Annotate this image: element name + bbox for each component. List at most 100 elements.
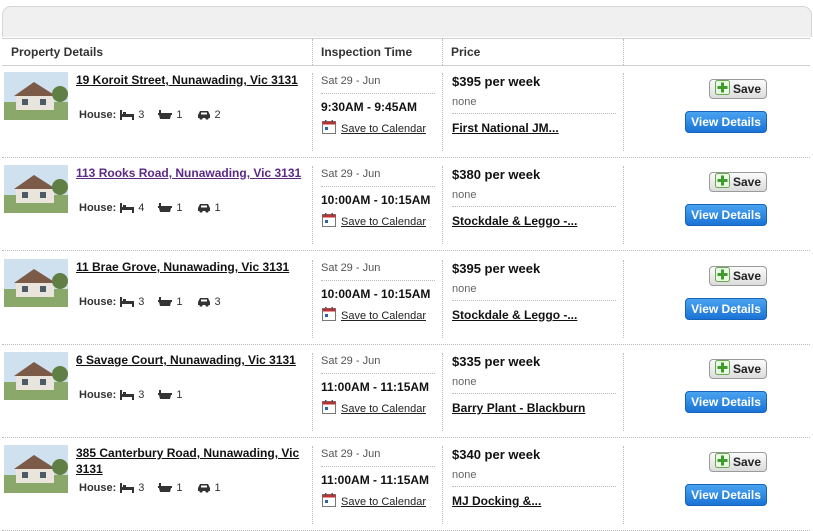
bond-value: none bbox=[452, 283, 477, 295]
divider bbox=[452, 300, 616, 301]
property-thumbnail[interactable] bbox=[4, 352, 68, 400]
column-divider bbox=[442, 260, 443, 338]
save-to-calendar-label[interactable]: Save to Calendar bbox=[341, 403, 426, 415]
plus-icon bbox=[714, 173, 730, 191]
column-divider bbox=[442, 73, 443, 151]
column-divider bbox=[442, 39, 443, 65]
save-button[interactable]: Save bbox=[709, 79, 767, 99]
property-thumbnail[interactable] bbox=[4, 259, 68, 307]
bond-value: none bbox=[452, 376, 477, 388]
bathroom-count: 1 bbox=[176, 296, 183, 308]
calendar-icon bbox=[322, 120, 336, 137]
property-address-link[interactable]: 11 Brae Grove, Nunawading, Vic 3131 bbox=[76, 259, 306, 275]
agent-link[interactable]: MJ Docking &... bbox=[452, 494, 541, 508]
rent-price: $335 per week bbox=[452, 354, 541, 369]
inspection-time: 10:00AM - 10:15AM bbox=[321, 287, 431, 301]
save-to-calendar-label[interactable]: Save to Calendar bbox=[341, 123, 426, 135]
inspection-time: 9:30AM - 9:45AM bbox=[321, 100, 418, 114]
property-features: House: 3 1 3 bbox=[79, 296, 231, 308]
row-divider bbox=[2, 250, 810, 251]
view-details-button[interactable]: View Details bbox=[685, 204, 767, 226]
inspection-date: Sat 29 - Jun bbox=[321, 355, 381, 367]
save-to-calendar-link[interactable]: Save to Calendar bbox=[322, 307, 426, 324]
bedroom-count: 3 bbox=[138, 389, 145, 401]
bed-icon bbox=[120, 110, 135, 120]
save-to-calendar-label[interactable]: Save to Calendar bbox=[341, 496, 426, 508]
bedroom-count: 4 bbox=[138, 202, 145, 214]
agent-link[interactable]: Barry Plant - Blackburn bbox=[452, 401, 585, 415]
property-thumbnail[interactable] bbox=[4, 445, 68, 493]
bath-icon bbox=[158, 297, 173, 307]
column-divider bbox=[442, 446, 443, 524]
calendar-icon bbox=[322, 400, 336, 417]
column-divider bbox=[623, 166, 624, 244]
save-to-calendar-link[interactable]: Save to Calendar bbox=[322, 120, 426, 137]
results-header: Property Details Inspection Time Price bbox=[2, 38, 810, 66]
listing-row: 11 Brae Grove, Nunawading, Vic 3131 Hous… bbox=[2, 252, 810, 345]
listing-row: 6 Savage Court, Nunawading, Vic 3131 Hou… bbox=[2, 345, 810, 438]
bed-icon bbox=[120, 297, 135, 307]
inspection-date: Sat 29 - Jun bbox=[321, 448, 381, 460]
divider bbox=[321, 373, 435, 374]
view-details-button[interactable]: View Details bbox=[685, 298, 767, 320]
property-address-link[interactable]: 19 Koroit Street, Nunawading, Vic 3131 bbox=[76, 72, 306, 88]
save-to-calendar-link[interactable]: Save to Calendar bbox=[322, 400, 426, 417]
column-header-price: Price bbox=[451, 45, 481, 59]
bedroom-count: 3 bbox=[138, 482, 145, 494]
property-type-label: House: bbox=[79, 482, 117, 494]
save-to-calendar-link[interactable]: Save to Calendar bbox=[322, 213, 426, 230]
bedroom-count: 3 bbox=[138, 296, 145, 308]
bed-icon bbox=[120, 483, 135, 493]
column-header-inspection: Inspection Time bbox=[321, 45, 413, 59]
save-to-calendar-label[interactable]: Save to Calendar bbox=[341, 216, 426, 228]
bed-icon bbox=[120, 390, 135, 400]
bedroom-count: 3 bbox=[138, 109, 145, 121]
column-divider bbox=[623, 73, 624, 151]
view-details-button[interactable]: View Details bbox=[685, 111, 767, 133]
agent-link[interactable]: First National JM... bbox=[452, 121, 559, 135]
property-type-label: House: bbox=[79, 202, 117, 214]
property-features: House: 3 1 2 bbox=[79, 109, 231, 121]
agent-link[interactable]: Stockdale & Leggo -... bbox=[452, 214, 577, 228]
view-details-button[interactable]: View Details bbox=[685, 484, 767, 506]
property-features: House: 4 1 1 bbox=[79, 202, 231, 214]
view-details-button[interactable]: View Details bbox=[685, 391, 767, 413]
divider bbox=[321, 93, 435, 94]
car-icon bbox=[197, 110, 211, 120]
property-thumbnail[interactable] bbox=[4, 72, 68, 120]
save-button[interactable]: Save bbox=[709, 452, 767, 472]
calendar-icon bbox=[322, 493, 336, 510]
bond-value: none bbox=[452, 469, 477, 481]
column-divider bbox=[312, 446, 313, 524]
column-divider bbox=[623, 446, 624, 524]
rent-price: $395 per week bbox=[452, 74, 541, 89]
inspection-time: 10:00AM - 10:15AM bbox=[321, 193, 431, 207]
column-divider bbox=[623, 353, 624, 431]
property-address-link[interactable]: 385 Canterbury Road, Nunawading, Vic 313… bbox=[76, 445, 306, 477]
column-divider bbox=[312, 73, 313, 151]
property-address-link[interactable]: 6 Savage Court, Nunawading, Vic 3131 bbox=[76, 352, 306, 368]
bathroom-count: 1 bbox=[176, 109, 183, 121]
property-address-link[interactable]: 113 Rooks Road, Nunawading, Vic 3131 bbox=[76, 165, 306, 181]
bathroom-count: 1 bbox=[176, 202, 183, 214]
save-button[interactable]: Save bbox=[709, 172, 767, 192]
plus-icon bbox=[714, 80, 730, 98]
save-button[interactable]: Save bbox=[709, 266, 767, 286]
divider bbox=[452, 486, 616, 487]
column-divider bbox=[442, 166, 443, 244]
agent-link[interactable]: Stockdale & Leggo -... bbox=[452, 308, 577, 322]
property-thumbnail[interactable] bbox=[4, 165, 68, 213]
divider bbox=[321, 186, 435, 187]
parking-count: 1 bbox=[214, 202, 221, 214]
plus-icon bbox=[714, 453, 730, 471]
column-divider bbox=[312, 353, 313, 431]
save-to-calendar-label[interactable]: Save to Calendar bbox=[341, 310, 426, 322]
bond-value: none bbox=[452, 189, 477, 201]
divider bbox=[452, 206, 616, 207]
listing-row: 385 Canterbury Road, Nunawading, Vic 313… bbox=[2, 438, 810, 531]
inspection-date: Sat 29 - Jun bbox=[321, 262, 381, 274]
column-divider bbox=[442, 353, 443, 431]
save-to-calendar-link[interactable]: Save to Calendar bbox=[322, 493, 426, 510]
save-button[interactable]: Save bbox=[709, 359, 767, 379]
inspection-date: Sat 29 - Jun bbox=[321, 75, 381, 87]
